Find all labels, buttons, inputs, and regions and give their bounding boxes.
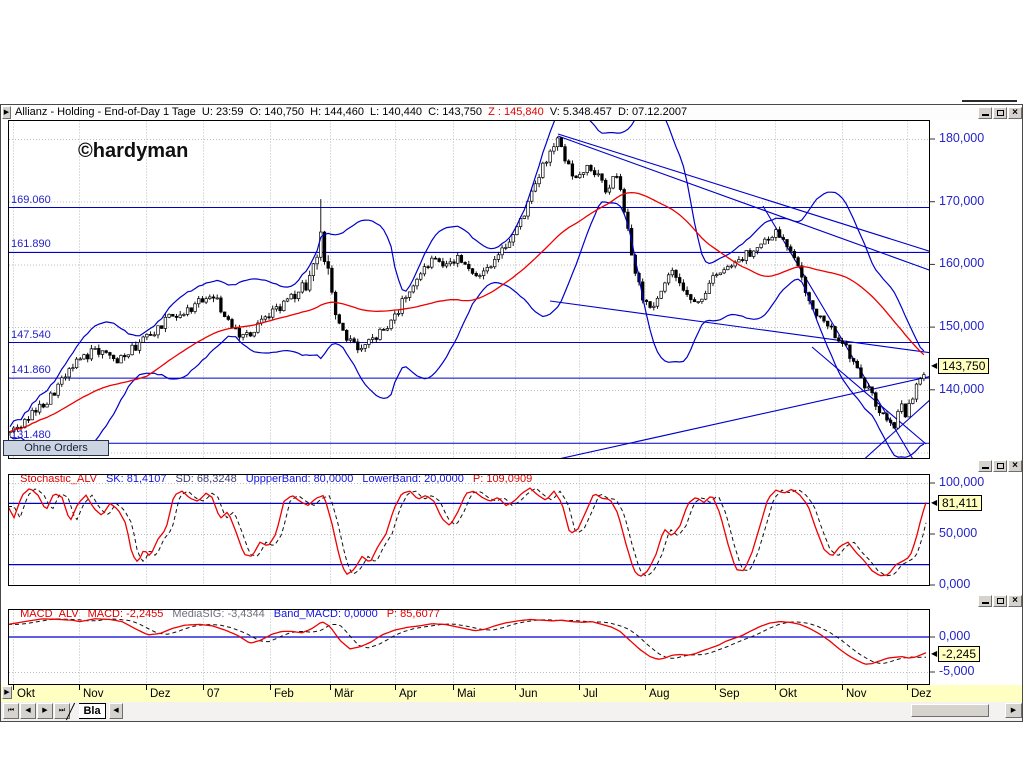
time-axis-tick <box>13 685 14 690</box>
price-level-label: 161.890 <box>11 238 51 250</box>
title-z-value: Z : 145,840 <box>488 106 544 118</box>
price-chart-canvas[interactable] <box>0 120 1024 459</box>
time-axis-label: 07 <box>207 688 220 700</box>
time-axis-tick <box>645 685 646 690</box>
time-axis-label: Mär <box>334 688 354 700</box>
time-axis-tick <box>330 685 331 690</box>
macd-chart-canvas[interactable] <box>0 609 1024 685</box>
time-axis-label: Aug <box>649 688 669 700</box>
stoch-axis-label: 100,000 <box>939 475 984 489</box>
maximize-button[interactable] <box>993 107 1007 119</box>
stoch-axis-label: 50,000 <box>939 526 977 540</box>
prev-tab-button[interactable]: ◀ <box>20 703 36 719</box>
stoch-close-button[interactable]: × <box>1008 460 1022 472</box>
window-title: Allianz - Holding - End-of-Day 1 Tage U:… <box>15 105 687 120</box>
price-level-label: 147.540 <box>11 329 51 341</box>
time-axis-label: Okt <box>779 688 797 700</box>
stochastic-chart-canvas[interactable] <box>0 474 1024 586</box>
time-axis-tick <box>907 685 908 690</box>
macd-header: MACD_ALVMACD: -2,2455MediaSIG: -3,4344Ba… <box>14 596 449 609</box>
time-axis-tick <box>203 685 204 690</box>
chart-window-titlebar: ▶ Allianz - Holding - End-of-Day 1 Tage … <box>1 105 1022 120</box>
price-axis-label: 180,000 <box>939 131 984 145</box>
time-axis-label: Jun <box>519 688 538 700</box>
stoch-maximize-button[interactable] <box>993 460 1007 472</box>
time-axis-tick <box>715 685 716 690</box>
price-axis-label: 170,000 <box>939 194 984 208</box>
time-axis-tick <box>515 685 516 690</box>
next-tab-button[interactable]: ▶ <box>37 703 53 719</box>
macd-axis-label: 0,000 <box>939 629 970 643</box>
stoch-value-box: 81,411 <box>938 495 982 511</box>
macd-maximize-button[interactable] <box>993 595 1007 607</box>
stoch-arrow-icon: ◀ <box>931 499 937 507</box>
time-axis-label: Sep <box>719 688 739 700</box>
time-axis-label: Okt <box>17 688 35 700</box>
time-axis-label: Jul <box>583 688 598 700</box>
macd-minimize-button[interactable] <box>978 595 992 607</box>
price-arrow-icon: ◀ <box>931 362 937 370</box>
ohne-orders-button[interactable]: Ohne Orders <box>3 440 109 456</box>
time-axis-tick <box>270 685 271 690</box>
axis-scroll-button[interactable]: ▶ <box>2 686 12 699</box>
stoch-axis-label: 0,000 <box>939 577 970 591</box>
time-axis-tick <box>395 685 396 690</box>
titlebar-collapse-button[interactable]: ▶ <box>2 106 11 119</box>
time-axis-label: Nov <box>83 688 103 700</box>
macd-close-button[interactable]: × <box>1008 595 1022 607</box>
macd-axis-label: -5,000 <box>939 664 974 678</box>
time-axis: ▶ Okt Nov Dez 07 Feb Mär Apr Mai Jun Jul Aug Sep Okt… <box>1 685 1022 702</box>
time-axis-label: Feb <box>274 688 294 700</box>
price-axis-label: 140,000 <box>939 382 984 396</box>
price-level-label: 131.480 <box>11 429 51 441</box>
time-axis-label: Mai <box>457 688 476 700</box>
stoch-minimize-button[interactable] <box>978 460 992 472</box>
price-level-label: 141.860 <box>11 364 51 376</box>
last-price-box: 143,750 <box>938 358 989 374</box>
time-axis-tick <box>579 685 580 690</box>
time-axis-label: Dez <box>150 688 170 700</box>
time-axis-label: Apr <box>399 688 417 700</box>
time-axis-label: Dez <box>911 688 931 700</box>
time-axis-tick <box>842 685 843 690</box>
watermark: ©hardyman <box>78 140 188 163</box>
price-axis-label: 150,000 <box>939 319 984 333</box>
macd-arrow-icon: ◀ <box>931 650 937 658</box>
time-axis-tick <box>775 685 776 690</box>
time-axis-label: Nov <box>846 688 866 700</box>
horizontal-scrollbar-thumb[interactable] <box>911 704 989 717</box>
stochastic-header: Stochastic_ALVSK: 81,4107SD: 68,3248Uppp… <box>14 461 541 474</box>
tab-scroll-left-button[interactable]: ◀ <box>109 703 123 719</box>
minimize-button[interactable] <box>978 107 992 119</box>
window-edge-artifact <box>962 100 1017 102</box>
macd-value-box: -2,245 <box>938 646 980 662</box>
tab-bar: ⏮ ◀ ▶ ⏭ Bla ◀ ▶ <box>1 702 1022 721</box>
time-axis-tick <box>146 685 147 690</box>
price-axis-label: 160,000 <box>939 256 984 270</box>
time-axis-tick <box>453 685 454 690</box>
scrollbar-right-button[interactable]: ▶ <box>1005 703 1022 718</box>
price-level-label: 169.060 <box>11 194 51 206</box>
time-axis-tick <box>79 685 80 690</box>
close-button[interactable]: × <box>1008 107 1022 119</box>
first-tab-button[interactable]: ⏮ <box>3 703 19 719</box>
tab-bla[interactable]: Bla <box>79 703 106 719</box>
